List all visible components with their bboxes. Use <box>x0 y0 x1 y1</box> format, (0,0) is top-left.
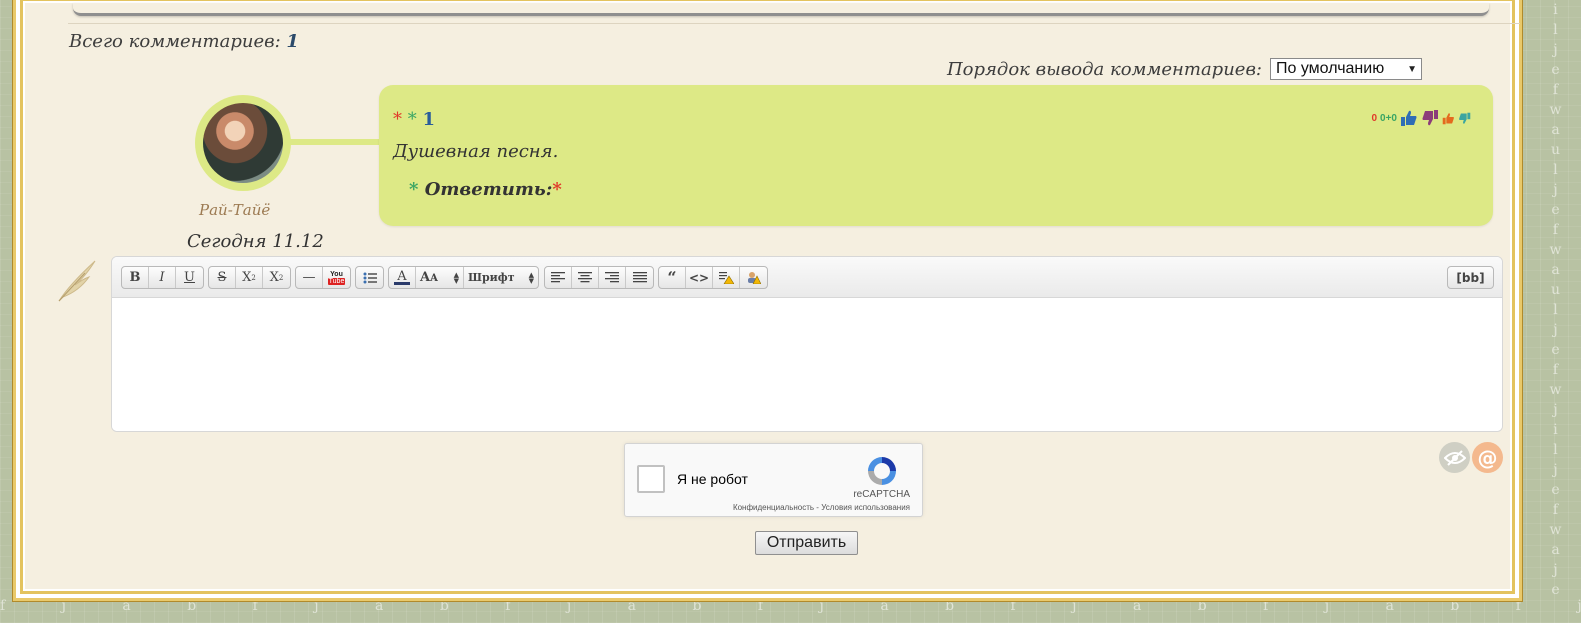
subscript-icon[interactable]: X2 <box>263 267 290 288</box>
font-select-value: Шрифт <box>468 271 515 284</box>
email-subscribe-button[interactable]: @ <box>1472 442 1503 473</box>
eye-toggle-button[interactable] <box>1439 442 1470 473</box>
order-select-value: По умолчанию <box>1276 60 1385 77</box>
comments-total-label: Всего комментариев: <box>69 31 281 52</box>
comment-header: * * 1 <box>393 109 435 130</box>
hide-icon[interactable] <box>740 267 767 288</box>
comment-editor: B I U S X2 X2 — You Tube A AA ▲ ▼ Шрифт … <box>111 256 1503 432</box>
order-select[interactable]: По умолчанию ▼ <box>1270 58 1422 80</box>
recaptcha-checkbox[interactable] <box>637 465 665 493</box>
spoiler-icon[interactable] <box>713 267 740 288</box>
strike-icon[interactable]: S <box>209 267 236 288</box>
feather-icon <box>58 260 96 302</box>
comment-rating: 0 0+0 <box>1371 109 1471 127</box>
eye-icon <box>1443 449 1466 466</box>
star-red-icon: * <box>552 179 562 200</box>
script-group: S X2 X2 <box>208 266 291 289</box>
top-panel-edge <box>73 3 1489 16</box>
background-letters-right: iljefwauljefwauljefwjiljefwaje <box>1549 2 1562 598</box>
comment-text: Душевная песня. <box>393 141 559 162</box>
font-size-icon[interactable]: AA ▲ ▼ <box>416 267 464 288</box>
comment-reply: * Ответить:* <box>409 179 562 200</box>
superscript-icon[interactable]: X2 <box>236 267 263 288</box>
insert-group: — You Tube <box>295 266 351 289</box>
youtube-top: You <box>330 270 343 278</box>
recaptcha-widget: Я не робот reCAPTCHA Конфиденциальность … <box>624 443 923 517</box>
align-left-icon[interactable] <box>545 267 572 288</box>
block-group: “ <> <box>658 266 768 289</box>
rating-value: 0 <box>1371 112 1378 124</box>
align-right-icon[interactable] <box>599 267 626 288</box>
editor-toolbar: B I U S X2 X2 — You Tube A AA ▲ ▼ Шрифт … <box>112 257 1502 298</box>
font-select[interactable]: Шрифт ▲ ▼ <box>464 267 538 288</box>
submit-button[interactable]: Отправить <box>755 531 858 555</box>
reply-link[interactable]: Ответить: <box>425 179 553 200</box>
comment-username[interactable]: Рай-Тайё <box>199 201 270 219</box>
recaptcha-brand: reCAPTCHA <box>853 489 910 500</box>
bold-icon[interactable]: B <box>122 267 149 288</box>
format-group: B I U <box>121 266 204 289</box>
recaptcha-logo-icon <box>868 457 896 485</box>
dropdown-arrow-icon: ▼ <box>1407 63 1417 75</box>
star-red-icon: * <box>393 109 402 130</box>
bb-toggle-button[interactable]: [bb] <box>1447 266 1494 289</box>
youtube-bottom: Tube <box>327 277 346 285</box>
star-green-icon: * <box>409 179 419 200</box>
hr-icon[interactable]: — <box>296 267 323 288</box>
comment-date: Сегодня 11.12 <box>187 231 324 252</box>
rating-delta: 0+0 <box>1380 112 1397 124</box>
order-label: Порядок вывода комментариев: <box>946 58 1262 80</box>
quote-icon[interactable]: “ <box>659 267 686 288</box>
at-icon: @ <box>1477 445 1498 470</box>
text-color-icon[interactable]: A <box>389 267 416 288</box>
comments-order: Порядок вывода комментариев: По умолчани… <box>947 58 1422 80</box>
avatar[interactable] <box>203 103 283 183</box>
comments-total-count: 1 <box>286 31 299 52</box>
align-center-icon[interactable] <box>572 267 599 288</box>
recaptcha-label: Я не робот <box>677 471 748 487</box>
thumbs-up-icon[interactable] <box>1400 109 1418 127</box>
comment-bubble: * * 1 Душевная песня. * Ответить:* 0 0+0 <box>379 85 1493 226</box>
avatar-ring <box>195 95 291 191</box>
align-justify-icon[interactable] <box>626 267 653 288</box>
star-green-icon: * <box>407 109 417 130</box>
italic-icon[interactable]: I <box>149 267 176 288</box>
underline-icon[interactable]: U <box>176 267 203 288</box>
avatar-connector <box>289 139 381 145</box>
font-group: A AA ▲ ▼ Шрифт ▲ ▼ <box>388 266 539 289</box>
comments-section: Всего комментариев: 1 Порядок вывода ком… <box>23 1 1520 591</box>
recaptcha-links[interactable]: Конфиденциальность - Условия использован… <box>733 503 910 512</box>
list-icon[interactable] <box>356 267 383 288</box>
youtube-icon[interactable]: You Tube <box>323 267 350 288</box>
comments-total: Всего комментариев: 1 <box>69 31 299 52</box>
code-icon[interactable]: <> <box>686 267 713 288</box>
thumbs-up-small-icon[interactable] <box>1442 112 1455 125</box>
thumbs-down-icon[interactable] <box>1421 109 1439 127</box>
divider <box>68 23 1520 24</box>
list-group <box>355 266 384 289</box>
align-group <box>544 266 654 289</box>
thumbs-down-small-icon[interactable] <box>1458 112 1471 125</box>
content-frame: Всего комментариев: 1 Порядок вывода ком… <box>12 0 1523 602</box>
comment-number[interactable]: 1 <box>422 109 435 130</box>
comment-textarea[interactable] <box>112 298 1502 431</box>
